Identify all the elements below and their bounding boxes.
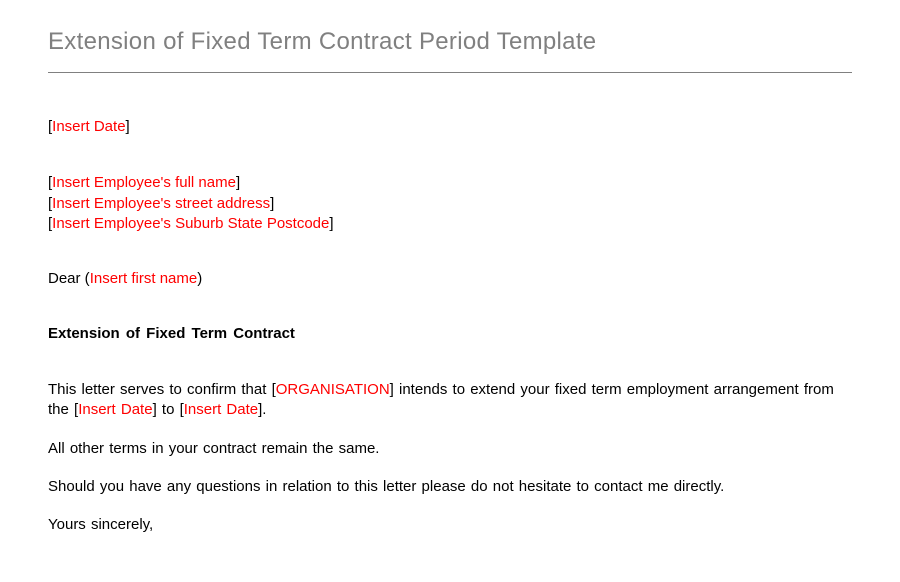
between-dates-text: ] to [ [153,401,184,418]
employee-name-placeholder: Insert Employee's full name [52,174,236,191]
salutation-prefix: Dear ( [48,270,90,287]
salutation-line: Dear (Insert first name) [48,270,852,287]
first-name-placeholder: Insert first name [90,270,198,287]
subject-line: Extension of Fixed Term Contract [48,325,852,342]
to-date-placeholder: Insert Date [184,401,258,418]
from-date-placeholder: Insert Date [78,401,152,418]
after-dates-text: ]. [258,401,266,418]
employee-street-placeholder: Insert Employee's street address [52,195,270,212]
page-title: Extension of Fixed Term Contract Period … [48,28,852,56]
recipient-address-block: [Insert Employee's full name] [Insert Em… [48,173,852,234]
intro-text-before-org: This letter serves to confirm that [ [48,381,276,398]
title-divider [48,72,852,73]
employee-locality-placeholder: Insert Employee's Suburb State Postcode [52,215,329,232]
body-paragraph-3: Should you have any questions in relatio… [48,477,852,497]
date-block: [Insert Date] [48,117,852,137]
salutation-suffix: ) [197,270,202,287]
closing-line: Yours sincerely, [48,515,852,535]
body-paragraph-1: This letter serves to confirm that [ORGA… [48,380,852,421]
organisation-placeholder: ORGANISATION [276,381,390,398]
body-paragraph-2: All other terms in your contract remain … [48,439,852,459]
date-placeholder: Insert Date [52,118,125,135]
